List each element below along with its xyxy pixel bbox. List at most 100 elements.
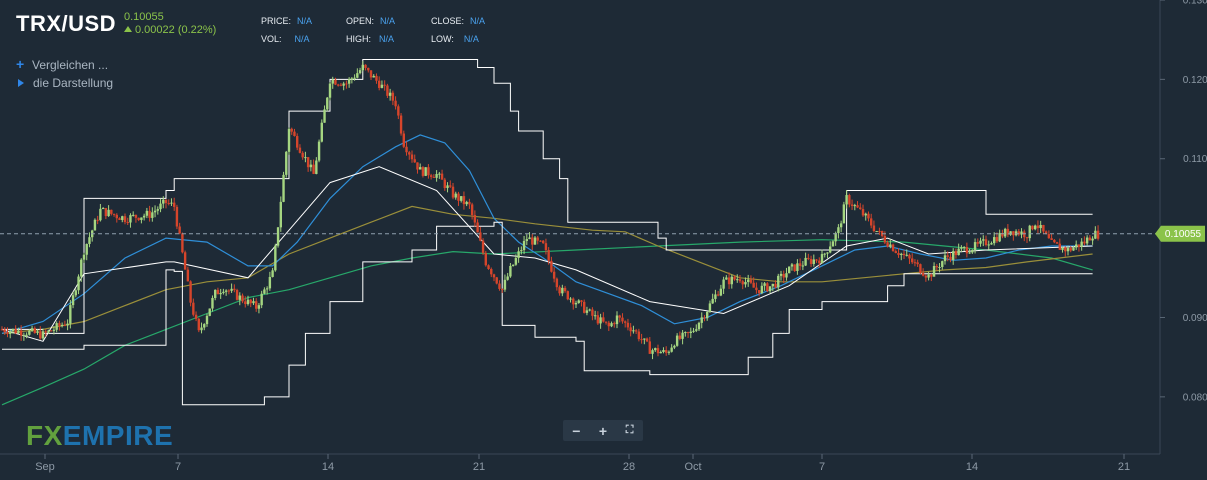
candle-down	[872, 225, 876, 232]
candle-down	[850, 204, 854, 206]
candle-down	[197, 318, 200, 331]
price-chart[interactable]: 0.0800 0.0900 0.1100 0.1200 0.1300 Sep 7 14 21 28…	[0, 0, 1207, 480]
candle-up	[11, 328, 15, 332]
candle-down	[490, 269, 493, 275]
candle-up	[121, 216, 124, 220]
candle-up	[577, 300, 580, 303]
candle-up	[670, 347, 673, 352]
candle-down	[591, 309, 594, 316]
candle-up	[66, 323, 69, 326]
candle-up	[347, 79, 351, 84]
candle-down	[1083, 241, 1086, 244]
candle-down	[624, 321, 627, 323]
candle-up	[943, 255, 947, 262]
candle-down	[1058, 243, 1061, 250]
candle-down	[216, 289, 220, 295]
compare-button[interactable]: + Vergleichen ...	[16, 56, 108, 72]
candle-up	[831, 241, 835, 247]
candle-down	[241, 295, 244, 302]
candle-up	[667, 351, 671, 353]
candle-up	[706, 311, 709, 319]
candle-down	[935, 266, 938, 268]
candle-up	[80, 259, 83, 277]
candle-down	[902, 253, 906, 256]
candle-down	[976, 242, 979, 244]
candle-down	[782, 273, 785, 278]
candle-up	[662, 349, 665, 352]
x-tick-label: Oct	[684, 461, 701, 473]
candle-up	[982, 239, 985, 241]
candle-up	[224, 290, 228, 292]
candle-down	[399, 115, 403, 134]
last-price: 0.10055	[124, 11, 164, 23]
y-tick-label: 0.0800	[1183, 392, 1207, 403]
candle-up	[36, 331, 39, 333]
candle-up	[1028, 225, 1031, 239]
stat-value: N/A	[294, 34, 310, 44]
candle-up	[1009, 231, 1012, 235]
x-tick-label: 21	[473, 461, 485, 473]
candle-down	[531, 237, 534, 245]
display-menu-button[interactable]: die Darstellung	[16, 76, 113, 90]
compare-label: Vergleichen ...	[32, 58, 109, 72]
candle-up	[252, 301, 255, 304]
candle-down	[774, 283, 777, 288]
candle-down	[492, 274, 496, 278]
candle-up	[957, 248, 960, 256]
candle-up	[1080, 241, 1083, 247]
candle-down	[604, 321, 608, 323]
candle-up	[361, 64, 364, 71]
candle-down	[290, 128, 293, 132]
play-triangle-icon	[18, 79, 24, 87]
candle-down	[1023, 231, 1026, 238]
candle-up	[276, 227, 280, 246]
candle-down	[1064, 247, 1067, 252]
candle-down	[167, 202, 170, 204]
candle-down	[891, 244, 895, 252]
candle-up	[211, 297, 214, 309]
candle-up	[282, 174, 285, 202]
candle-up	[1066, 248, 1070, 252]
candle-up	[960, 247, 963, 249]
candle-down	[566, 291, 569, 300]
candle-up	[511, 264, 515, 266]
zoom-in-button[interactable]: +	[593, 423, 613, 439]
candle-down	[164, 199, 168, 203]
candle-down	[369, 70, 373, 78]
candle-down	[457, 193, 460, 201]
candle-up	[684, 332, 687, 334]
candle-up	[304, 157, 307, 159]
candle-down	[536, 237, 539, 241]
candle-down	[134, 214, 138, 218]
fullscreen-icon[interactable]: ⛶	[620, 424, 640, 437]
candle-up	[460, 196, 463, 201]
candle-up	[162, 199, 165, 204]
candle-down	[924, 275, 928, 278]
candle-up	[419, 167, 422, 170]
candle-down	[334, 79, 337, 85]
candle-down	[337, 84, 340, 86]
symbol-title: TRX/USD	[16, 11, 117, 36]
candle-down	[867, 213, 870, 219]
candle-up	[520, 250, 523, 252]
candle-up	[760, 285, 764, 294]
candle-up	[659, 351, 662, 354]
candle-up	[140, 217, 143, 221]
candle-down	[1047, 234, 1051, 239]
candle-up	[309, 164, 313, 168]
candle-down	[678, 335, 682, 339]
candle-down	[123, 216, 127, 222]
candle-up	[132, 214, 135, 216]
candle-up	[159, 203, 162, 210]
candle-up	[71, 295, 75, 306]
candle-up	[285, 151, 288, 175]
candle-up	[52, 329, 56, 331]
candle-up	[74, 290, 77, 296]
zoom-out-button[interactable]: −	[566, 423, 586, 439]
candle-up	[388, 92, 392, 96]
candle-down	[429, 175, 433, 177]
candle-up	[1075, 244, 1078, 248]
candle-down	[58, 323, 61, 326]
candle-up	[506, 276, 509, 280]
candle-down	[244, 301, 247, 305]
